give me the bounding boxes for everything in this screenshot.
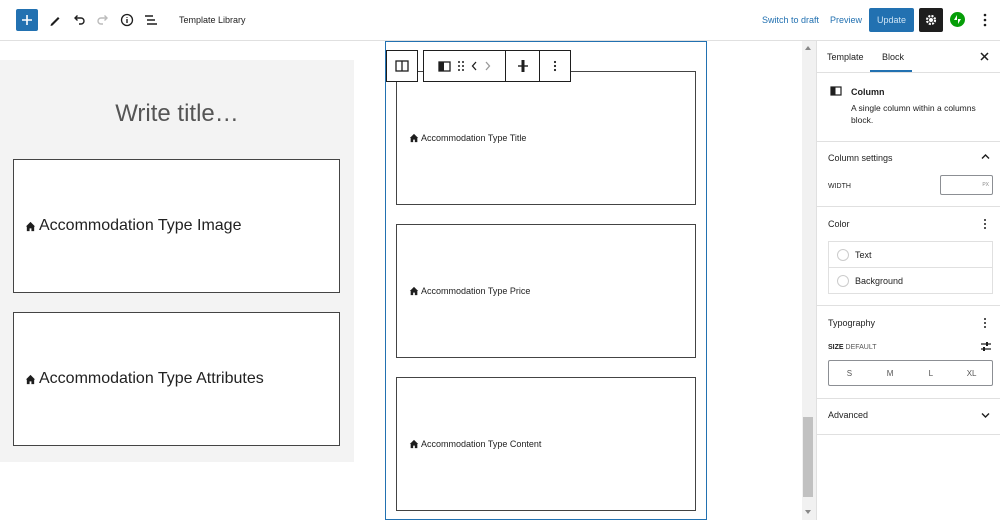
tab-block[interactable]: Block [882, 52, 904, 62]
block-card-description: A single column within a columns block. [851, 103, 976, 125]
size-default-text: DEFAULT [845, 344, 877, 351]
scroll-up-arrow[interactable] [805, 46, 811, 50]
move-left-icon[interactable] [471, 61, 478, 71]
house-icon [25, 374, 36, 384]
move-right-icon[interactable] [484, 61, 491, 71]
settings-sidebar: Template Block Column A single column wi… [816, 41, 1000, 520]
jetpack-button[interactable] [950, 12, 965, 27]
gear-icon [925, 14, 937, 26]
redo-icon [97, 15, 108, 25]
size-label-text: SIZE [828, 344, 844, 351]
list-view-icon [145, 15, 157, 25]
details-button[interactable] [115, 8, 139, 32]
block-options-button[interactable] [539, 50, 571, 82]
tab-template[interactable]: Template [827, 52, 864, 62]
select-parent-columns-button[interactable] [386, 50, 418, 82]
undo-icon [74, 15, 85, 25]
vertical-alignment-button[interactable] [505, 50, 539, 82]
block-label: Accommodation Type Content [421, 439, 542, 449]
font-size-extra-large[interactable]: XL [951, 361, 992, 385]
jetpack-icon [954, 15, 961, 24]
block-accommodation-type-title[interactable]: Accommodation Type Title [396, 71, 696, 205]
kebab-icon [983, 13, 987, 27]
color-swatch [837, 274, 849, 287]
block-label: Accommodation Type Attributes [39, 370, 264, 387]
width-input[interactable]: PX [940, 175, 993, 195]
pencil-icon [50, 17, 60, 26]
template-title[interactable]: Template Library [179, 15, 246, 25]
close-sidebar-button[interactable] [980, 50, 989, 64]
editor-top-bar: Template Library Switch to draft Preview… [0, 0, 1000, 41]
house-icon [25, 221, 36, 231]
custom-size-icon[interactable] [980, 341, 992, 352]
block-card: Column A single column within a columns … [817, 73, 1000, 142]
block-card-title: Column [851, 87, 885, 97]
close-icon [980, 52, 989, 61]
size-label: SIZE DEFAULT [828, 344, 877, 351]
chevron-down-icon[interactable] [981, 412, 990, 419]
font-size-small[interactable]: S [829, 361, 870, 385]
settings-button[interactable] [919, 8, 943, 32]
column-settings-heading[interactable]: Column settings [828, 153, 893, 163]
scrollbar-thumb[interactable] [803, 417, 813, 497]
plus-icon [22, 15, 32, 25]
options-menu-button[interactable] [978, 11, 992, 29]
width-label: WIDTH [828, 183, 851, 190]
redo-button[interactable] [91, 8, 115, 32]
active-tab-indicator [870, 70, 912, 72]
update-button[interactable]: Update [869, 8, 914, 32]
color-text-item[interactable]: Text [828, 241, 993, 268]
block-label: Accommodation Type Image [39, 217, 242, 234]
advanced-panel: Advanced [817, 399, 1000, 435]
block-label: Accommodation Type Price [421, 286, 531, 296]
color-item-label: Background [855, 275, 904, 286]
font-size-medium[interactable]: M [870, 361, 911, 385]
post-title-placeholder[interactable]: Write title… [0, 100, 354, 128]
edit-tool-button[interactable] [43, 8, 67, 32]
block-toolbar [386, 50, 571, 82]
list-view-button[interactable] [139, 8, 163, 32]
house-icon [409, 439, 419, 449]
house-icon [409, 286, 419, 296]
switch-to-draft-button[interactable]: Switch to draft [762, 15, 819, 25]
block-type-controls [423, 50, 505, 82]
color-background-item[interactable]: Background [828, 267, 993, 294]
block-accommodation-type-attributes[interactable]: Accommodation Type Attributes [13, 312, 340, 446]
block-accommodation-type-price[interactable]: Accommodation Type Price [396, 224, 696, 358]
house-icon [409, 133, 419, 143]
chevron-up-icon[interactable] [981, 153, 990, 160]
typography-heading: Typography [828, 318, 876, 328]
sidebar-tabs: Template Block [817, 41, 1000, 73]
color-swatch [837, 248, 849, 261]
preview-button[interactable]: Preview [830, 15, 862, 25]
kebab-icon [553, 60, 557, 72]
add-block-button[interactable] [16, 9, 38, 31]
scroll-down-arrow[interactable] [805, 510, 811, 514]
width-unit[interactable]: PX [982, 182, 989, 188]
align-center-icon [517, 60, 528, 72]
kebab-icon[interactable] [983, 317, 987, 329]
drag-handle-icon[interactable] [457, 60, 465, 72]
info-icon [120, 13, 134, 27]
block-accommodation-type-image[interactable]: Accommodation Type Image [13, 159, 340, 293]
undo-button[interactable] [67, 8, 91, 32]
advanced-heading[interactable]: Advanced [828, 410, 868, 420]
columns-icon [395, 60, 409, 72]
column-icon [830, 86, 842, 96]
block-accommodation-type-content[interactable]: Accommodation Type Content [396, 377, 696, 511]
column-icon[interactable] [438, 60, 451, 72]
color-heading: Color [828, 219, 850, 229]
color-item-label: Text [855, 249, 872, 260]
font-size-picker: S M L XL [828, 360, 993, 386]
block-label: Accommodation Type Title [421, 133, 527, 143]
editor-canvas: Write title… Accommodation Type Image Ac… [0, 41, 816, 520]
font-size-large[interactable]: L [911, 361, 952, 385]
color-panel: Color Text Background [817, 207, 1000, 306]
kebab-icon[interactable] [983, 218, 987, 230]
